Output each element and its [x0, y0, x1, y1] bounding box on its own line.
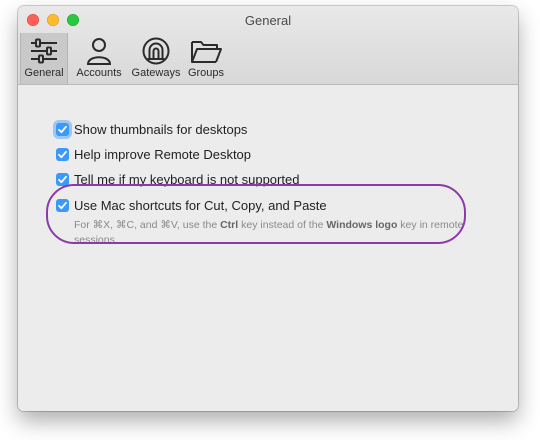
checkmark-icon: [58, 175, 67, 184]
gateway-icon: [142, 37, 170, 65]
tab-groups-label: Groups: [187, 67, 225, 79]
folder-icon: [191, 41, 222, 63]
tab-accounts-label: Accounts: [76, 67, 122, 79]
option-show-thumbnails[interactable]: Show thumbnails for desktops: [56, 122, 247, 137]
highlight-annotation: [46, 184, 466, 244]
sliders-icon: [31, 38, 57, 64]
tab-general-label: General: [24, 67, 64, 79]
tab-gateways-label: Gateways: [131, 67, 181, 79]
tab-general[interactable]: General: [20, 33, 68, 84]
checkbox-show-thumbnails[interactable]: [56, 123, 69, 136]
general-pane: Show thumbnails for desktops Help improv…: [18, 85, 518, 411]
window-title: General: [244, 13, 292, 28]
tab-groups[interactable]: Groups: [184, 33, 228, 84]
toolbar: General General Accounts Gateways Groups: [18, 6, 518, 85]
option-help-improve[interactable]: Help improve Remote Desktop: [56, 147, 251, 162]
checkmark-icon: [58, 125, 67, 134]
checkbox-help-improve[interactable]: [56, 148, 69, 161]
person-icon: [86, 38, 112, 65]
checkmark-icon: [58, 150, 67, 159]
tab-gateways[interactable]: Gateways: [128, 33, 184, 84]
tab-accounts[interactable]: Accounts: [71, 33, 127, 84]
option-label: Help improve Remote Desktop: [74, 147, 252, 162]
option-label: Show thumbnails for desktops: [74, 122, 248, 137]
